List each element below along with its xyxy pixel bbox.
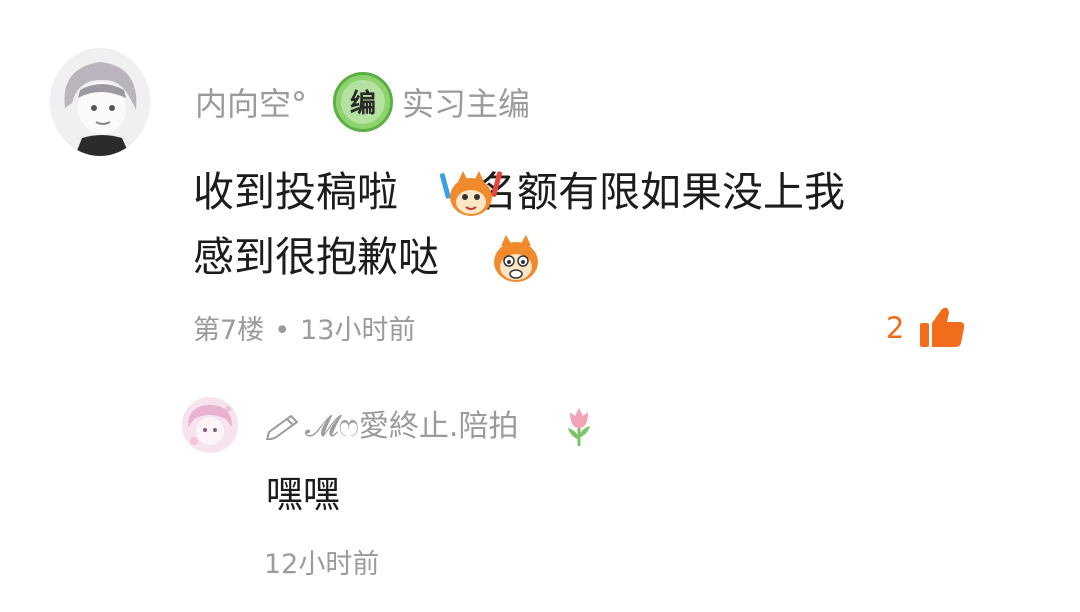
editor-badge-icon: 编 [333,72,393,132]
commenter-username[interactable]: 内向空° [195,82,307,126]
cheering-monkey-emoji-icon [439,167,503,219]
badge-glyph: 编 [350,88,376,119]
comment-text-part-1: 收到投稿啦 [193,168,398,216]
commenter-avatar[interactable] [50,48,150,156]
reply-text: 嘿嘿 [266,473,340,516]
comment-text-line-2: 感到很抱歉哒 [193,233,439,281]
like-count[interactable]: 2 [886,310,904,346]
comment-text-part-2: 名额有限如果没上我 [476,168,845,216]
comment-time: 13小时前 [300,315,416,346]
badge-label: 实习主编 [402,85,531,123]
meta-separator: • [274,315,291,346]
reply-time: 12小时前 [264,549,380,580]
shy-monkey-emoji-icon [485,232,547,284]
tulip-icon [562,404,596,448]
thumbs-up-icon[interactable] [918,305,966,349]
floor-label: 第7楼 [193,315,265,346]
reply-avatar[interactable] [182,397,238,453]
comment-meta: 第7楼 • 13小时前 [193,313,415,349]
reply-username[interactable]: 𝓜ෆ愛終止.陪拍 [305,407,518,447]
pencil-icon [265,410,303,442]
comment-text-line-1: 收到投稿啦 名额有限如果没上我 [193,165,845,219]
